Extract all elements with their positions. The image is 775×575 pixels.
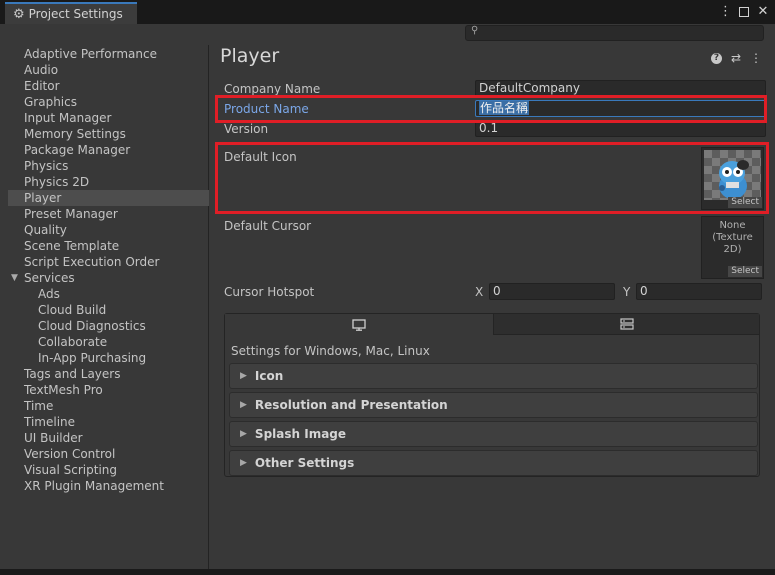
default-icon-label: Default Icon bbox=[224, 150, 297, 164]
sidebar-item-player[interactable]: Player bbox=[8, 190, 209, 206]
player-settings-panel: Player ? ⇄ ⋮ Company Name DefaultCompany… bbox=[210, 45, 770, 569]
foldout-label: Other Settings bbox=[254, 456, 355, 470]
sidebar-item-xr-plugin-management[interactable]: XR Plugin Management bbox=[8, 478, 209, 494]
foldout-other-settings[interactable]: ▶ Other Settings bbox=[229, 450, 758, 476]
company-name-field[interactable]: DefaultCompany bbox=[475, 80, 766, 97]
maximize-icon[interactable] bbox=[739, 7, 749, 17]
sidebar-item-collaborate[interactable]: Collaborate bbox=[8, 334, 209, 350]
sidebar-item-package-manager[interactable]: Package Manager bbox=[8, 142, 209, 158]
search-icon: ⚲ bbox=[471, 25, 479, 36]
foldout-label: Resolution and Presentation bbox=[254, 398, 448, 412]
foldout-arrow-icon: ▶ bbox=[240, 429, 247, 439]
sidebar-item-tags-and-layers[interactable]: Tags and Layers bbox=[8, 366, 209, 382]
presets-icon[interactable]: ⇄ bbox=[731, 51, 741, 65]
tab-title: Project Settings bbox=[28, 7, 123, 21]
sidebar-item-ads[interactable]: Ads bbox=[8, 286, 209, 302]
foldout-label: Icon bbox=[254, 369, 284, 383]
foldout-splash-image[interactable]: ▶ Splash Image bbox=[229, 421, 758, 447]
select-button[interactable]: Select bbox=[728, 197, 762, 208]
settings-sidebar: Adaptive Performance Audio Editor Graphi… bbox=[8, 45, 209, 569]
none-label: None bbox=[719, 220, 746, 231]
gear-icon: ⚙ bbox=[13, 6, 25, 22]
more-options-icon[interactable]: ⋮ bbox=[750, 51, 762, 65]
sidebar-item-physics[interactable]: Physics bbox=[8, 158, 209, 174]
help-icon[interactable]: ? bbox=[710, 53, 722, 64]
character-icon bbox=[719, 160, 749, 199]
sidebar-item-textmesh-pro[interactable]: TextMesh Pro bbox=[8, 382, 209, 398]
tab-standalone[interactable] bbox=[225, 314, 494, 335]
platform-settings-label: Settings for Windows, Mac, Linux bbox=[231, 344, 430, 358]
more-options-icon[interactable]: ⋮ bbox=[719, 3, 732, 20]
company-name-label: Company Name bbox=[224, 82, 321, 96]
product-name-field[interactable]: 作品名稱 bbox=[475, 100, 766, 117]
version-label: Version bbox=[224, 122, 269, 136]
sidebar-item-input-manager[interactable]: Input Manager bbox=[8, 110, 209, 126]
selected-text: 作品名稱 bbox=[479, 101, 530, 115]
texture-type-label: (Texture 2D) bbox=[712, 232, 753, 255]
cursor-hotspot-label: Cursor Hotspot bbox=[224, 285, 315, 299]
select-button[interactable]: Select bbox=[728, 266, 762, 277]
title-bar: ⚙ Project Settings ⋮ ✕ bbox=[0, 0, 775, 24]
sidebar-item-visual-scripting[interactable]: Visual Scripting bbox=[8, 462, 209, 478]
project-settings-window: ⚙ Project Settings ⋮ ✕ ⚲ Adaptive Perfor… bbox=[0, 0, 775, 575]
cursor-none-text: None (Texture 2D) bbox=[702, 220, 763, 256]
sidebar-item-audio[interactable]: Audio bbox=[8, 62, 209, 78]
sidebar-item-in-app-purchasing[interactable]: In-App Purchasing bbox=[8, 350, 209, 366]
header-icons: ? ⇄ ⋮ bbox=[710, 51, 762, 65]
sidebar-item-version-control[interactable]: Version Control bbox=[8, 446, 209, 462]
sidebar-item-time[interactable]: Time bbox=[8, 398, 209, 414]
sidebar-item-graphics[interactable]: Graphics bbox=[8, 94, 209, 110]
sidebar-item-physics-2d[interactable]: Physics 2D bbox=[8, 174, 209, 190]
sidebar-item-scene-template[interactable]: Scene Template bbox=[8, 238, 209, 254]
hotspot-x-label: X bbox=[475, 285, 484, 299]
sidebar-item-timeline[interactable]: Timeline bbox=[8, 414, 209, 430]
sidebar-item-quality[interactable]: Quality bbox=[8, 222, 209, 238]
foldout-arrow-icon: ▶ bbox=[240, 458, 247, 468]
foldout-resolution-and-presentation[interactable]: ▶ Resolution and Presentation bbox=[229, 392, 758, 418]
tab-project-settings[interactable]: ⚙ Project Settings bbox=[5, 2, 137, 24]
sidebar-item-preset-manager[interactable]: Preset Manager bbox=[8, 206, 209, 222]
foldout-label: Splash Image bbox=[254, 427, 347, 441]
sidebar-item-services[interactable]: ▼ Services bbox=[8, 270, 209, 286]
foldout-arrow-icon: ▶ bbox=[240, 371, 247, 381]
hotspot-x-field[interactable]: 0 bbox=[489, 283, 615, 300]
search-row: ⚲ bbox=[0, 24, 775, 44]
foldout-arrow-icon: ▶ bbox=[240, 400, 247, 410]
monitor-icon bbox=[352, 318, 366, 331]
hotspot-y-field[interactable]: 0 bbox=[636, 283, 762, 300]
sidebar-item-memory-settings[interactable]: Memory Settings bbox=[8, 126, 209, 142]
sidebar-item-editor[interactable]: Editor bbox=[8, 78, 209, 94]
hotspot-y-label: Y bbox=[623, 285, 631, 299]
sidebar-item-adaptive-performance[interactable]: Adaptive Performance bbox=[8, 46, 209, 62]
sidebar-item-cloud-build[interactable]: Cloud Build bbox=[8, 302, 209, 318]
version-field[interactable]: 0.1 bbox=[475, 120, 766, 137]
close-icon[interactable]: ✕ bbox=[757, 3, 769, 20]
window-bottom-edge bbox=[0, 569, 775, 575]
foldout-icon[interactable]: ▶ Icon bbox=[229, 363, 758, 389]
tab-server[interactable] bbox=[494, 314, 759, 335]
sidebar-item-script-execution-order[interactable]: Script Execution Order bbox=[8, 254, 209, 270]
sidebar-item-ui-builder[interactable]: UI Builder bbox=[8, 430, 209, 446]
default-cursor-picker[interactable]: None (Texture 2D) Select bbox=[701, 216, 764, 279]
page-title: Player bbox=[220, 45, 280, 67]
default-icon-picker[interactable]: Select bbox=[701, 147, 764, 210]
expand-arrow-icon[interactable]: ▼ bbox=[11, 270, 18, 286]
platform-settings: Settings for Windows, Mac, Linux ▶ Icon … bbox=[224, 313, 760, 477]
sidebar-item-cloud-diagnostics[interactable]: Cloud Diagnostics bbox=[8, 318, 209, 334]
sidebar-item-label: Services bbox=[24, 271, 75, 285]
window-controls: ⋮ ✕ bbox=[719, 3, 769, 20]
default-cursor-label: Default Cursor bbox=[224, 219, 312, 233]
server-icon bbox=[619, 318, 634, 330]
search-input[interactable]: ⚲ bbox=[465, 25, 764, 41]
product-name-label: Product Name bbox=[224, 102, 309, 116]
